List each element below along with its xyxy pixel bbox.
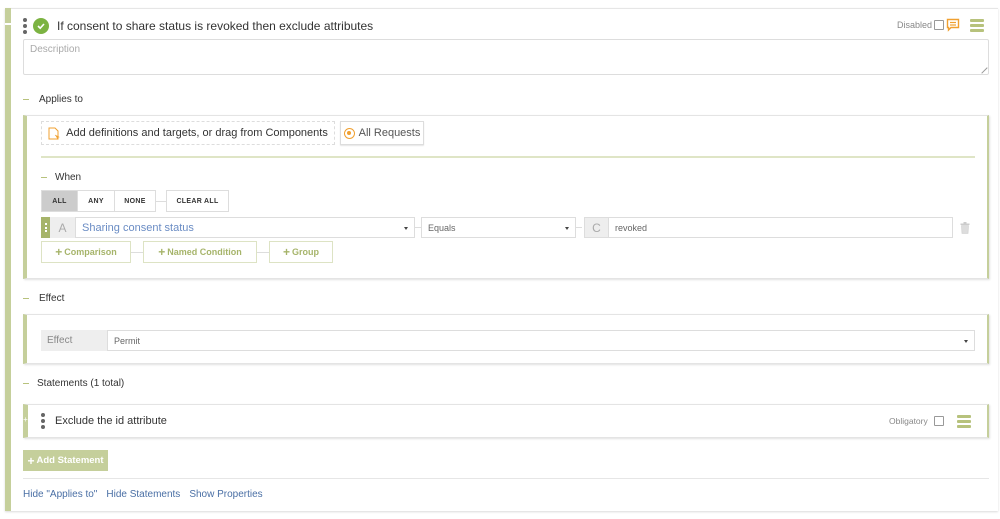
add-document-icon bbox=[48, 127, 61, 140]
divider bbox=[41, 156, 975, 158]
caret-down-icon bbox=[404, 226, 408, 230]
plus-icon: + bbox=[27, 453, 35, 468]
caret-down-icon bbox=[964, 339, 968, 343]
effect-panel: Effect Permit bbox=[23, 314, 989, 364]
applies-to-header[interactable]: Applies to bbox=[23, 94, 83, 105]
add-statement-button[interactable]: + Add Statement bbox=[23, 450, 108, 471]
statement-item: + Exclude the id attribute Obligatory bbox=[23, 404, 989, 438]
applies-to-label: Applies to bbox=[39, 94, 83, 105]
applies-to-panel: Add definitions and targets, or drag fro… bbox=[23, 115, 989, 279]
description-textarea[interactable]: Description bbox=[23, 39, 989, 75]
resize-handle-icon[interactable] bbox=[976, 62, 988, 74]
when-header[interactable]: When bbox=[41, 172, 81, 183]
footer-links: Hide "Applies to" Hide Statements Show P… bbox=[23, 489, 263, 500]
logic-none-button[interactable]: NONE bbox=[114, 190, 156, 212]
all-requests-button[interactable]: All Requests bbox=[340, 121, 424, 145]
obligatory-label: Obligatory bbox=[889, 416, 928, 426]
attribute-value: Sharing consent status bbox=[82, 221, 194, 234]
divider bbox=[23, 478, 989, 479]
add-group-button[interactable]: + Group bbox=[269, 241, 333, 263]
collapse-icon bbox=[23, 382, 29, 385]
all-requests-label: All Requests bbox=[358, 127, 421, 139]
add-named-condition-label: Named Condition bbox=[167, 247, 242, 257]
effect-field-label: Effect bbox=[41, 330, 107, 351]
add-definitions-button[interactable]: Add definitions and targets, or drag fro… bbox=[41, 121, 335, 145]
operator-value: Equals bbox=[428, 222, 456, 233]
show-properties-link[interactable]: Show Properties bbox=[189, 489, 262, 500]
connector bbox=[156, 201, 166, 202]
clear-all-button[interactable]: CLEAR ALL bbox=[166, 190, 229, 212]
left-operand-tag: A bbox=[50, 217, 75, 238]
add-statement-label: Add Statement bbox=[36, 455, 104, 466]
connector bbox=[576, 227, 582, 228]
drag-handle-icon[interactable] bbox=[41, 413, 45, 429]
expand-icon[interactable]: + bbox=[23, 415, 28, 424]
plus-icon: + bbox=[55, 245, 63, 259]
effect-value: Permit bbox=[114, 335, 141, 346]
collapse-icon bbox=[41, 176, 47, 179]
statement-title[interactable]: Exclude the id attribute bbox=[55, 415, 167, 427]
rule-accent-bar bbox=[5, 8, 11, 511]
collapse-icon bbox=[23, 297, 29, 300]
plus-icon: + bbox=[158, 245, 166, 259]
effect-header[interactable]: Effect bbox=[23, 293, 64, 304]
rule-title[interactable]: If consent to share status is revoked th… bbox=[57, 19, 373, 33]
right-operand-tag: C bbox=[584, 217, 609, 238]
add-group-label: Group bbox=[292, 247, 319, 257]
statements-header[interactable]: Statements (1 total) bbox=[23, 378, 124, 389]
hide-applies-to-link[interactable]: Hide "Applies to" bbox=[23, 489, 97, 500]
attribute-select[interactable]: Sharing consent status bbox=[75, 217, 415, 238]
disabled-label: Disabled bbox=[897, 20, 933, 30]
trash-icon[interactable] bbox=[960, 221, 970, 239]
when-label: When bbox=[55, 172, 82, 183]
disabled-checkbox[interactable] bbox=[934, 20, 944, 30]
comment-icon[interactable] bbox=[946, 18, 960, 37]
add-named-condition-button[interactable]: + Named Condition bbox=[143, 241, 257, 263]
hide-statements-link[interactable]: Hide Statements bbox=[106, 489, 180, 500]
caret-down-icon bbox=[565, 226, 569, 230]
drag-handle-icon[interactable] bbox=[23, 18, 27, 34]
hamburger-menu-icon[interactable] bbox=[970, 19, 984, 32]
statements-label: Statements (1 total) bbox=[37, 378, 125, 389]
operator-select[interactable]: Equals bbox=[421, 217, 576, 238]
condition-drag-handle[interactable] bbox=[41, 217, 50, 238]
value-input[interactable]: revoked bbox=[608, 217, 953, 238]
statement-menu-icon[interactable] bbox=[957, 415, 971, 428]
connector bbox=[131, 252, 143, 253]
effect-section-label: Effect bbox=[39, 293, 65, 304]
description-placeholder: Description bbox=[30, 44, 81, 55]
obligatory-checkbox[interactable] bbox=[934, 416, 944, 426]
logic-any-button[interactable]: ANY bbox=[77, 190, 115, 212]
add-comparison-button[interactable]: + Comparison bbox=[41, 241, 131, 263]
effect-select[interactable]: Permit bbox=[107, 330, 975, 351]
logic-all-button[interactable]: ALL bbox=[41, 190, 78, 212]
connector bbox=[257, 252, 269, 253]
add-comparison-label: Comparison bbox=[64, 247, 117, 257]
add-definitions-label: Add definitions and targets, or drag fro… bbox=[66, 127, 328, 139]
check-circle-icon bbox=[33, 18, 49, 34]
target-icon bbox=[343, 127, 355, 139]
plus-icon: + bbox=[282, 245, 290, 259]
collapse-icon bbox=[23, 98, 29, 101]
